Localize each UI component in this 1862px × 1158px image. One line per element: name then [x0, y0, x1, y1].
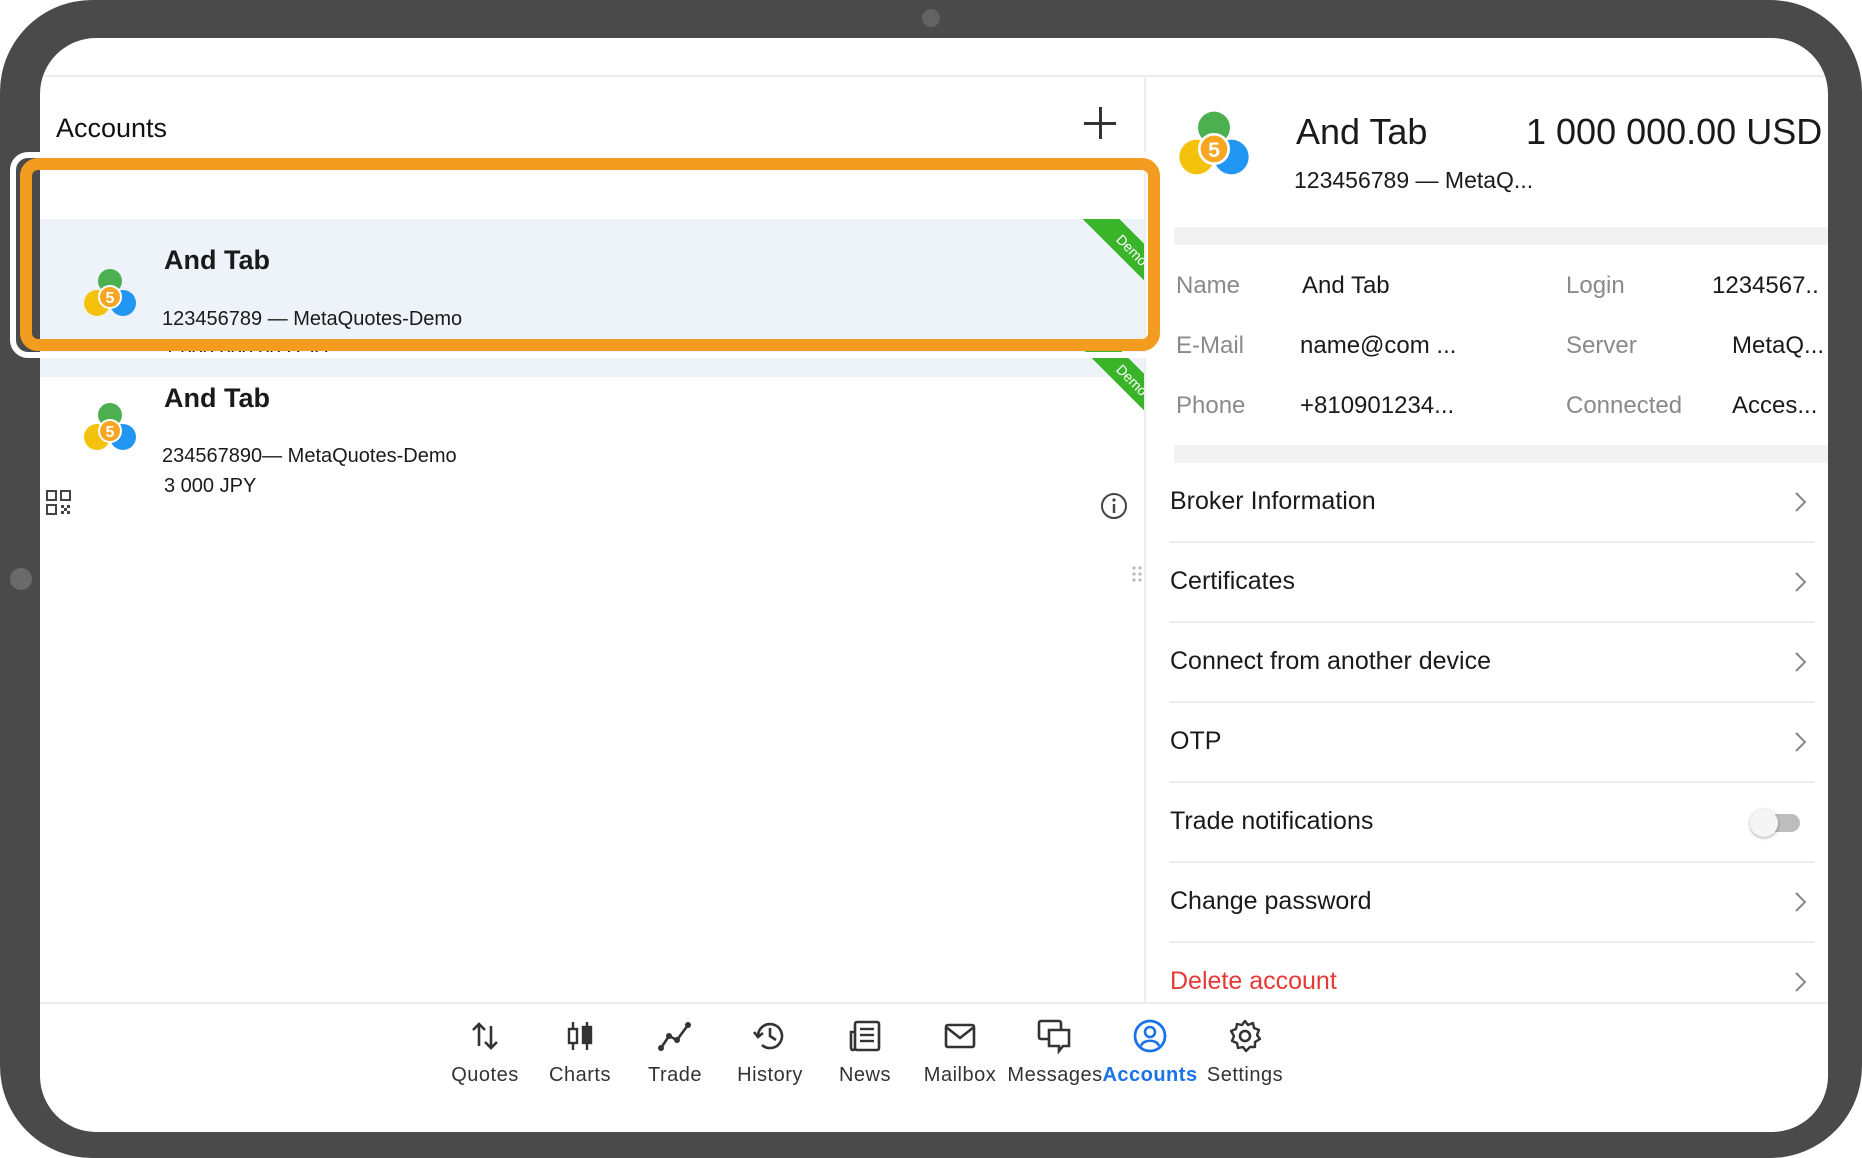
nav-label: Settings: [1206, 1064, 1284, 1086]
demo-ribbon: Demo: [1068, 219, 1144, 295]
svg-text:5: 5: [106, 424, 115, 441]
nav-label: News: [838, 1064, 891, 1086]
menu-delete-account[interactable]: Delete account: [1170, 943, 1814, 1002]
connected-value: Acces...: [1732, 392, 1818, 419]
menu-certificates[interactable]: Certificates: [1170, 543, 1814, 623]
phone-label: Phone: [1176, 392, 1246, 419]
nav-label: Messages: [1007, 1064, 1103, 1086]
menu-connect-another-device[interactable]: Connect from another device: [1170, 623, 1814, 703]
trade-line-icon: [658, 1022, 691, 1051]
account-login-server: 123456789 — MetaQuotes-Demo: [162, 308, 463, 330]
nav-settings[interactable]: Settings: [1190, 1004, 1300, 1104]
drag-handle-icon[interactable]: [1130, 564, 1144, 584]
account-balance: 1 000 000.00 USD: [164, 339, 329, 361]
name-value: And Tab: [1302, 272, 1390, 299]
detail-login-server: 123456789 — MetaQ...: [1294, 167, 1534, 193]
demo-ribbon: Demo: [1068, 349, 1144, 425]
name-label: Name: [1176, 272, 1241, 299]
nav-mailbox[interactable]: Mailbox: [905, 1004, 1015, 1104]
nav-accounts[interactable]: Accounts: [1095, 1004, 1205, 1104]
quotes-arrows-icon: [472, 1022, 498, 1050]
mail-icon: [944, 1023, 976, 1049]
svg-text:5: 5: [106, 290, 115, 307]
nav-messages[interactable]: Messages: [1000, 1004, 1110, 1104]
info-icon[interactable]: [1100, 492, 1128, 520]
menu-otp[interactable]: OTP: [1170, 703, 1814, 783]
accounts-icon: [1133, 1019, 1167, 1053]
account-detail-panel: 5 And Tab 1 000 000.00 USD 123456789 — M…: [1146, 77, 1828, 1002]
login-label: Login: [1566, 272, 1625, 299]
menu-label: Delete account: [1170, 967, 1337, 995]
tablet-frame: Accounts 5 And Tab 123456789 — MetaQuote…: [0, 0, 1862, 1158]
qr-code-icon[interactable]: [46, 490, 72, 516]
chevron-right-icon: [1795, 572, 1807, 592]
nav-label: Mailbox: [923, 1064, 997, 1086]
chevron-right-icon: [1795, 972, 1807, 992]
server-label: Server: [1566, 332, 1637, 359]
nav-label: Accounts: [1102, 1064, 1198, 1086]
detail-balance: 1 000 000.00 USD: [1526, 111, 1823, 152]
trade-notifications-toggle[interactable]: [1750, 809, 1800, 837]
side-button: [10, 568, 32, 590]
nav-trade[interactable]: Trade: [620, 1004, 730, 1104]
toggle-knob: [1750, 809, 1778, 837]
account-login-server: 234567890— MetaQuotes-Demo: [162, 445, 457, 467]
chevron-right-icon: [1795, 892, 1807, 912]
nav-charts[interactable]: Charts: [525, 1004, 635, 1104]
menu-trade-notifications: Trade notifications: [1170, 783, 1814, 863]
nav-quotes[interactable]: Quotes: [430, 1004, 540, 1104]
connected-label: Connected: [1566, 392, 1683, 419]
menu-label: Change password: [1170, 887, 1372, 915]
nav-label: Trade: [647, 1064, 702, 1086]
section-separator: [1174, 445, 1828, 463]
bottom-navigation: Quotes Charts Trade History News Mailbox…: [40, 1004, 1828, 1132]
accounts-panel: Accounts 5 And Tab 123456789 — MetaQuote…: [40, 77, 1144, 1002]
nav-news[interactable]: News: [810, 1004, 920, 1104]
chevron-right-icon: [1795, 732, 1807, 752]
account-name: And Tab: [164, 383, 270, 413]
demo-badge: Demo: [1073, 219, 1144, 295]
metatrader-logo-icon: 5: [84, 403, 136, 450]
app-screen: Accounts 5 And Tab 123456789 — MetaQuote…: [40, 38, 1828, 1132]
demo-badge: Demo: [1073, 349, 1144, 425]
accounts-title: Accounts: [56, 113, 168, 143]
front-camera: [922, 9, 940, 27]
nav-label: History: [737, 1064, 803, 1086]
server-value: MetaQ...: [1732, 332, 1825, 359]
gear-icon: [1229, 1019, 1262, 1053]
svg-text:5: 5: [1208, 138, 1220, 162]
phone-value: +810901234...: [1300, 392, 1455, 419]
detail-account-name: And Tab: [1296, 111, 1428, 152]
add-account-button[interactable]: [1080, 103, 1120, 143]
metatrader-logo-icon: 5: [84, 269, 136, 316]
history-clock-icon: [752, 1022, 784, 1050]
account-balance: 3 000 JPY: [164, 475, 257, 497]
menu-change-password[interactable]: Change password: [1170, 863, 1814, 943]
account-name: And Tab: [164, 245, 270, 275]
chevron-right-icon: [1795, 492, 1807, 512]
email-label: E-Mail: [1176, 332, 1245, 359]
menu-label: OTP: [1170, 727, 1222, 755]
menu-label: Certificates: [1170, 567, 1296, 595]
menu-label: Broker Information: [1170, 487, 1376, 515]
section-separator: [1174, 227, 1828, 245]
account-row-1[interactable]: 5 And Tab 123456789 — MetaQuotes-Demo 1 …: [40, 219, 1144, 377]
candlestick-icon: [567, 1022, 593, 1050]
login-value: 1234567..: [1712, 272, 1819, 299]
nav-label: Charts: [549, 1064, 611, 1086]
menu-label: Trade notifications: [1170, 807, 1374, 835]
email-value: name@com ...: [1300, 332, 1457, 359]
menu-broker-information[interactable]: Broker Information: [1170, 463, 1814, 543]
nav-history[interactable]: History: [715, 1004, 825, 1104]
menu-label: Connect from another device: [1170, 647, 1492, 675]
chevron-right-icon: [1795, 652, 1807, 672]
news-icon: [849, 1020, 881, 1052]
account-row-2[interactable]: Demo 5 And Tab 234567890— MetaQuotes-Dem…: [40, 349, 1144, 535]
metatrader-logo-icon: 5: [1179, 111, 1249, 175]
nav-label: Quotes: [451, 1064, 519, 1086]
messages-icon: [1037, 1019, 1071, 1054]
